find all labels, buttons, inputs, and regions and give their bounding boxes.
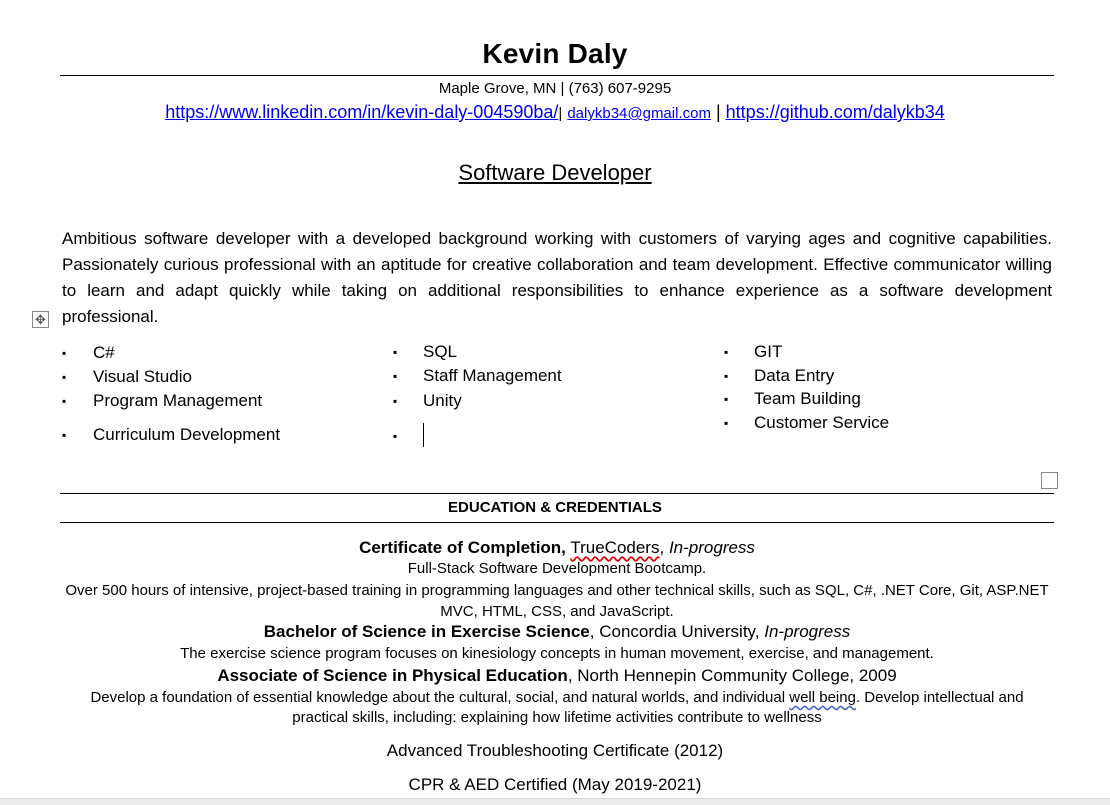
skill-item[interactable]: Curriculum Development <box>93 425 280 445</box>
job-title-heading: Software Developer <box>458 160 652 185</box>
skill-item[interactable]: Visual Studio <box>93 367 192 387</box>
education-description: The exercise science program focuses on … <box>180 645 934 662</box>
text-cursor <box>423 423 424 447</box>
comma: , <box>659 538 665 557</box>
table-move-handle-icon[interactable]: ✥ <box>32 311 49 328</box>
linkedin-link[interactable]: https://www.linkedin.com/in/kevin-daly-0… <box>165 102 558 122</box>
education-description: Full-Stack Software Development Bootcamp… <box>407 560 707 577</box>
skill-item[interactable]: Staff Management <box>423 366 562 386</box>
section-divider-bottom <box>60 522 1054 523</box>
skill-item[interactable]: C# <box>93 343 115 363</box>
skill-item[interactable]: Data Entry <box>754 366 834 386</box>
table-resize-handle-icon[interactable] <box>1041 472 1058 489</box>
education-description: Develop a foundation of essential knowle… <box>62 688 1052 728</box>
skill-item[interactable]: Unity <box>423 391 462 411</box>
links-separator: | <box>715 102 721 122</box>
status-text: In-progress <box>764 622 851 641</box>
grammar-flagged-text: well being <box>789 689 856 706</box>
links-separator: | <box>558 105 563 122</box>
certification-item: Advanced Troubleshooting Certificate (20… <box>386 741 724 760</box>
skill-item[interactable]: Customer Service <box>754 413 889 433</box>
institution-name: , North Hennepin Community College, 2009 <box>567 666 897 685</box>
education-entry-heading: Bachelor of Science in Exercise Science,… <box>62 622 1052 642</box>
bullet-icon: ▪ <box>393 369 398 383</box>
bullet-icon: ▪ <box>62 370 67 384</box>
certification-item: CPR & AED Certified (May 2019-2021) <box>408 775 702 794</box>
bullet-icon: ▪ <box>62 428 67 442</box>
links-line: https://www.linkedin.com/in/kevin-daly-0… <box>0 102 1110 123</box>
degree-title: Associate of Science in Physical Educati… <box>217 666 568 685</box>
education-description: Over 500 hours of intensive, project-bas… <box>65 582 1049 620</box>
section-divider-top <box>60 493 1054 494</box>
education-entry-heading: Certificate of Completion, TrueCoders, I… <box>62 538 1052 558</box>
bullet-icon: ▪ <box>62 394 67 408</box>
degree-title: Certificate of Completion, <box>359 538 566 557</box>
education-entry-heading: Associate of Science in Physical Educati… <box>62 666 1052 686</box>
summary-paragraph[interactable]: Ambitious software developer with a deve… <box>62 226 1052 330</box>
bullet-icon: ▪ <box>62 346 67 360</box>
status-text: In-progress <box>668 538 755 557</box>
degree-title: Bachelor of Science in Exercise Science <box>263 622 590 641</box>
github-link[interactable]: https://github.com/dalykb34 <box>726 102 945 122</box>
resume-name: Kevin Daly <box>482 38 628 69</box>
contact-line: Maple Grove, MN | (763) 607-9295 <box>438 80 672 97</box>
section-heading: EDUCATION & CREDENTIALS <box>448 499 662 516</box>
bullet-icon: ▪ <box>393 429 398 443</box>
email-link[interactable]: dalykb34@gmail.com <box>567 105 711 122</box>
header-divider <box>60 75 1054 76</box>
bullet-icon: ▪ <box>724 416 729 430</box>
bullet-icon: ▪ <box>724 345 729 359</box>
skill-item[interactable]: SQL <box>423 342 457 362</box>
bullet-icon: ▪ <box>393 345 398 359</box>
institution-name: , Concordia University, <box>589 622 765 641</box>
skill-item[interactable]: Program Management <box>93 391 262 411</box>
bullet-icon: ▪ <box>724 392 729 406</box>
skill-item[interactable]: GIT <box>754 342 782 362</box>
skill-item[interactable]: Team Building <box>754 389 861 409</box>
bullet-icon: ▪ <box>724 369 729 383</box>
bullet-icon: ▪ <box>393 394 398 408</box>
institution-name: TrueCoders <box>570 538 660 557</box>
description-text: Develop a foundation of essential knowle… <box>90 689 790 706</box>
